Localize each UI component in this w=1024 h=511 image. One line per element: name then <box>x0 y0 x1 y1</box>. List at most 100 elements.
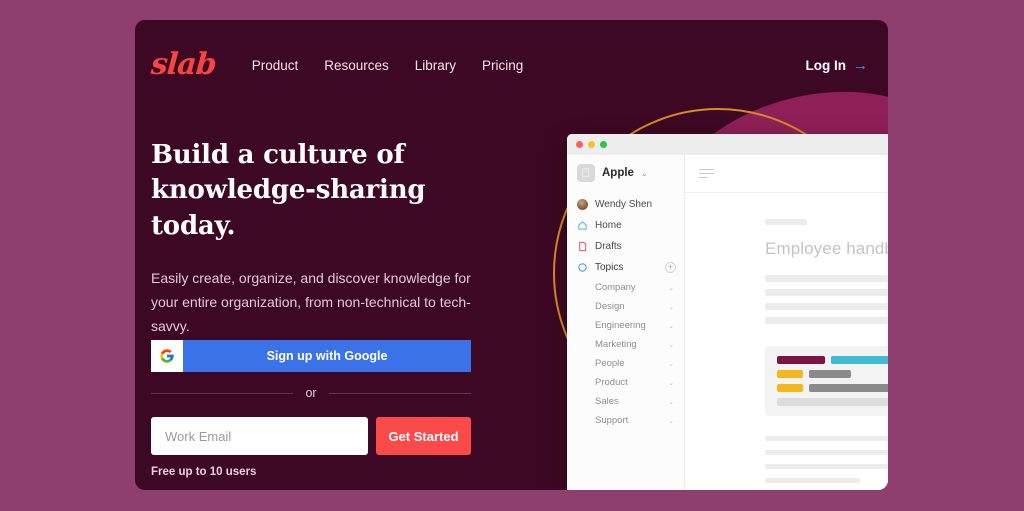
doc-skeleton-top <box>765 275 888 324</box>
sidebar-topic-people[interactable]: People ⌄ <box>575 354 676 373</box>
skeleton-line <box>765 275 888 282</box>
chevron-down-icon[interactable]: ⌄ <box>668 379 676 387</box>
chevron-down-icon[interactable]: ⌄ <box>668 322 676 330</box>
workspace-switcher[interactable]:  Apple ⌄ <box>575 164 676 182</box>
divider-rule-right <box>328 392 471 394</box>
hero-copy: Build a culture of knowledge-sharing tod… <box>151 138 491 338</box>
app-window-mock:  Apple ⌄ Wendy Shen <box>567 134 888 490</box>
code-chip <box>777 370 803 378</box>
window-titlebar <box>567 134 888 155</box>
chevron-down-icon[interactable]: ⌄ <box>668 341 676 349</box>
login-button[interactable]: Log In → <box>806 58 869 73</box>
page-title: Build a culture of knowledge-sharing tod… <box>151 140 426 241</box>
free-tier-note: Free up to 10 users <box>151 466 257 478</box>
sidebar-topic-sales[interactable]: Sales ⌄ <box>575 392 676 411</box>
sidebar-item-topics[interactable]: Topics + <box>575 257 676 278</box>
nav-link-library[interactable]: Library <box>415 58 456 73</box>
doc-code-card <box>765 346 888 416</box>
home-icon <box>577 220 588 231</box>
skeleton-line <box>765 303 888 310</box>
sidebar-item-drafts[interactable]: Drafts <box>575 236 676 257</box>
code-card-row <box>777 370 888 378</box>
or-label: or <box>305 386 317 400</box>
topic-label: People <box>595 358 625 369</box>
sidebar-item-label: Drafts <box>595 241 622 252</box>
hero-card: slab Product Resources Library Pricing L… <box>135 20 888 490</box>
code-chip <box>777 384 803 392</box>
doc-skeleton-bottom <box>765 436 888 483</box>
google-button-label: Sign up with Google <box>266 349 388 363</box>
chevron-down-icon[interactable]: ⌄ <box>668 284 676 292</box>
signup-form: Get Started <box>151 417 471 455</box>
page-root: slab Product Resources Library Pricing L… <box>0 0 1024 511</box>
topic-label: Support <box>595 415 629 426</box>
code-chip <box>777 398 888 406</box>
sidebar-topic-company[interactable]: Company ⌄ <box>575 278 676 297</box>
login-label: Log In <box>805 57 847 73</box>
code-card-row <box>777 384 888 392</box>
nav-link-pricing[interactable]: Pricing <box>482 58 523 73</box>
sidebar-item-label: Home <box>595 220 622 231</box>
topic-label: Design <box>595 301 625 312</box>
code-chip <box>809 370 851 378</box>
document-title: Employee handbook <box>765 239 888 258</box>
add-topic-button[interactable]: + <box>665 262 676 273</box>
slab-logo[interactable]: slab <box>150 47 217 82</box>
or-divider: or <box>151 386 471 400</box>
sidebar-topic-product[interactable]: Product ⌄ <box>575 373 676 392</box>
topic-label: Engineering <box>595 320 646 331</box>
code-card-row <box>777 356 888 364</box>
chevron-down-icon[interactable]: ⌄ <box>668 360 676 368</box>
chevron-down-icon[interactable]: ⌄ <box>668 398 676 406</box>
sidebar-item-home[interactable]: Home <box>575 215 676 236</box>
divider-rule-left <box>151 392 294 394</box>
window-close-dot[interactable] <box>576 141 583 148</box>
topic-label: Marketing <box>595 339 637 350</box>
navbar: slab Product Resources Library Pricing L… <box>135 20 888 110</box>
arrow-right-icon: → <box>853 56 868 74</box>
sidebar-item-label: Wendy Shen <box>595 199 653 210</box>
workspace-name: Apple <box>602 167 634 179</box>
sidebar-topic-engineering[interactable]: Engineering ⌄ <box>575 316 676 335</box>
sidebar-item-label: Topics <box>595 262 624 273</box>
chevron-down-icon[interactable]: ⌄ <box>668 303 676 311</box>
skeleton-line <box>765 436 888 441</box>
code-chip <box>809 384 888 392</box>
topic-label: Company <box>595 282 636 293</box>
code-card-row <box>777 398 888 406</box>
skeleton-line <box>765 478 860 483</box>
chevron-down-icon[interactable]: ⌄ <box>668 417 676 425</box>
sign-up-with-google-button[interactable]: Sign up with Google <box>151 340 471 372</box>
get-started-button[interactable]: Get Started <box>376 417 471 455</box>
code-chip <box>831 356 888 364</box>
skeleton-line <box>765 317 888 324</box>
work-email-input[interactable] <box>151 417 368 455</box>
hero-subhead: Easily create, organize, and discover kn… <box>151 270 471 335</box>
window-body:  Apple ⌄ Wendy Shen <box>567 155 888 490</box>
avatar <box>577 199 588 210</box>
drafts-icon <box>577 241 588 252</box>
skeleton-line <box>765 289 888 296</box>
sidebar-item-wendy-shen[interactable]: Wendy Shen <box>575 194 676 215</box>
nav-link-product[interactable]: Product <box>252 58 299 73</box>
code-chip <box>777 356 825 364</box>
sidebar-topic-design[interactable]: Design ⌄ <box>575 297 676 316</box>
document-pane: Employee handbook <box>685 155 888 490</box>
list-menu-icon[interactable] <box>699 168 714 179</box>
apple-logo-icon:  <box>577 164 595 182</box>
topic-label: Product <box>595 377 628 388</box>
document-content: Employee handbook <box>685 193 888 490</box>
app-sidebar:  Apple ⌄ Wendy Shen <box>567 155 685 490</box>
chevron-down-icon: ⌄ <box>640 168 648 178</box>
document-toolbar <box>685 155 888 193</box>
skeleton-line <box>765 450 888 455</box>
google-icon <box>151 340 183 372</box>
sidebar-topic-support[interactable]: Support ⌄ <box>575 411 676 430</box>
nav-link-resources[interactable]: Resources <box>324 58 389 73</box>
window-maximize-dot[interactable] <box>600 141 607 148</box>
skeleton-line <box>765 464 888 469</box>
topic-label: Sales <box>595 396 619 407</box>
topics-circle-icon <box>577 262 588 273</box>
window-minimize-dot[interactable] <box>588 141 595 148</box>
sidebar-topic-marketing[interactable]: Marketing ⌄ <box>575 335 676 354</box>
